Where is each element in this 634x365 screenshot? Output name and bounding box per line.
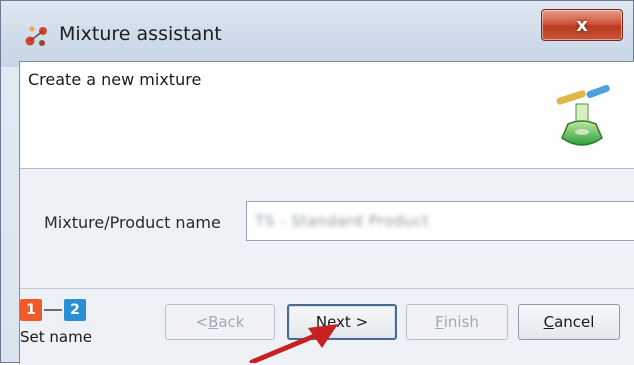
title-bar[interactable]: Mixture assistant x bbox=[1, 1, 633, 67]
red-arrow-pointer-icon bbox=[249, 324, 338, 363]
molecule-app-icon bbox=[25, 26, 47, 46]
wizard-header: Create a new mixture bbox=[20, 62, 634, 169]
mixture-assistant-dialog: Mixture assistant x Create a new mixture bbox=[0, 0, 634, 365]
step-1-badge: 1 bbox=[20, 299, 42, 321]
mixture-name-label: Mixture/Product name bbox=[44, 213, 221, 232]
page-title: Create a new mixture bbox=[28, 70, 202, 89]
step-2-badge: 2 bbox=[64, 299, 86, 321]
mixture-name-value: TS - Standard Product bbox=[255, 212, 430, 230]
close-icon: x bbox=[576, 14, 588, 36]
window-title: Mixture assistant bbox=[59, 23, 222, 45]
flask-test-tubes-icon bbox=[556, 84, 610, 146]
close-button[interactable]: x bbox=[541, 9, 623, 41]
finish-button[interactable]: Finish bbox=[406, 304, 508, 340]
step-connector bbox=[44, 309, 62, 311]
name-form-row: Mixture/Product name TS - Standard Produ… bbox=[20, 169, 634, 289]
current-step-name: Set name bbox=[20, 328, 92, 346]
cancel-button[interactable]: Cancel bbox=[518, 304, 620, 340]
mixture-name-input[interactable]: TS - Standard Product bbox=[246, 201, 634, 241]
wizard-steps: 1 2 bbox=[20, 298, 86, 322]
